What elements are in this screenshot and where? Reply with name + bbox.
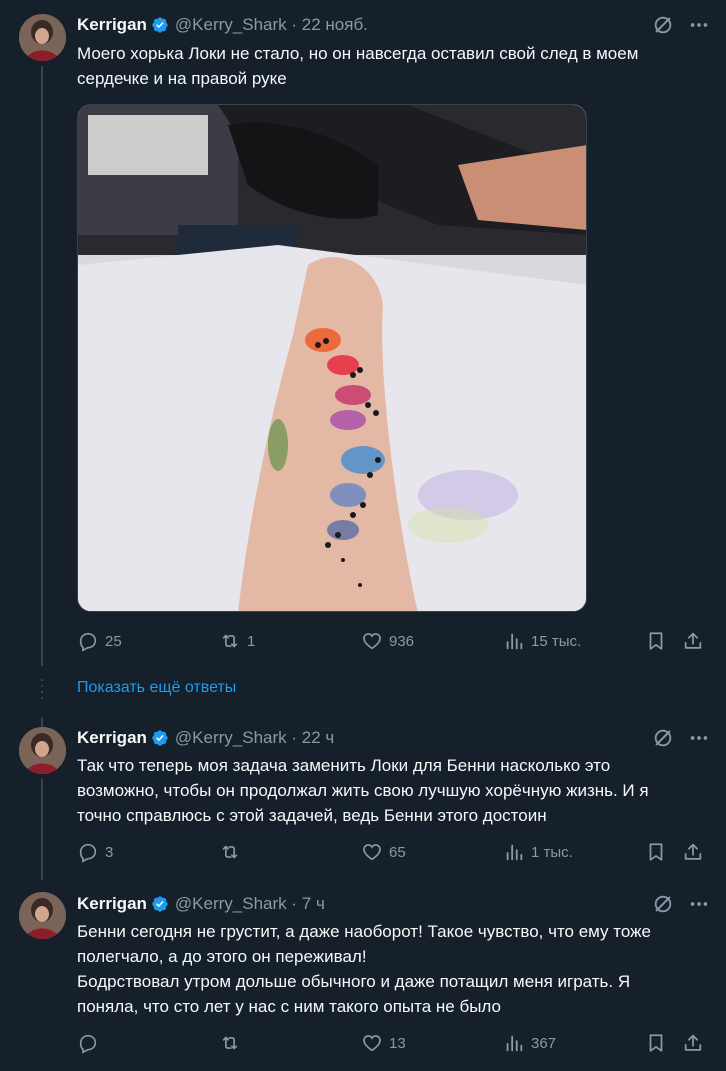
views-count: 1 тыс.: [531, 843, 573, 861]
share-icon: [682, 1032, 704, 1054]
views-button[interactable]: 367: [503, 1030, 556, 1056]
tweet-actions: 3 65 1 тыс.: [77, 839, 704, 865]
thread-line: [41, 717, 43, 727]
tweet-2[interactable]: Kerrigan @Kerry_Shark · 22 ч Так что теп…: [0, 717, 726, 880]
reply-count: 25: [105, 632, 122, 650]
share-button[interactable]: [682, 1030, 704, 1056]
tweet-header: Kerrigan @Kerry_Shark · 22 нояб.: [77, 14, 368, 36]
views-icon: [503, 841, 525, 863]
author-handle[interactable]: @Kerry_Shark · 7 ч: [175, 894, 325, 914]
author-name[interactable]: Kerrigan: [77, 728, 147, 748]
reply-icon: [77, 841, 99, 863]
avatar-photo: [19, 14, 66, 61]
tweet-actions: 13 367: [77, 1030, 704, 1056]
author-name[interactable]: Kerrigan: [77, 894, 147, 914]
tweet-text: Моего хорька Локи не стало, но он навсег…: [77, 44, 639, 88]
more-icon[interactable]: [688, 14, 710, 36]
author-name[interactable]: Kerrigan: [77, 15, 147, 35]
bookmark-icon: [645, 1032, 667, 1054]
bookmark-icon: [645, 841, 667, 863]
views-icon: [503, 630, 525, 652]
bookmark-icon: [645, 630, 667, 652]
tweet-header: Kerrigan @Kerry_Shark · 22 ч: [77, 727, 334, 749]
retweet-button[interactable]: 1: [219, 628, 255, 654]
retweet-count: 1: [247, 632, 256, 650]
avatar[interactable]: [19, 14, 66, 61]
reply-icon: [77, 630, 99, 652]
grok-icon[interactable]: [652, 14, 674, 36]
views-button[interactable]: 15 тыс.: [503, 628, 581, 654]
avatar-photo: [19, 892, 66, 939]
verified-badge-icon: [151, 895, 169, 913]
tattoo-photo: [78, 105, 586, 611]
grok-icon[interactable]: [652, 893, 674, 915]
reply-button[interactable]: 3: [77, 839, 113, 865]
like-count: 13: [389, 1034, 406, 1052]
retweet-button[interactable]: [219, 839, 241, 865]
share-button[interactable]: [682, 839, 704, 865]
like-button[interactable]: 65: [361, 839, 406, 865]
like-count: 65: [389, 843, 406, 861]
share-icon: [682, 630, 704, 652]
avatar[interactable]: [19, 892, 66, 939]
author-handle[interactable]: @Kerry_Shark · 22 ч: [175, 728, 334, 748]
avatar-photo: [19, 727, 66, 774]
tweet-header: Kerrigan @Kerry_Shark · 7 ч: [77, 893, 325, 915]
views-count: 15 тыс.: [531, 632, 582, 650]
author-handle[interactable]: @Kerry_Shark · 22 нояб.: [175, 15, 368, 35]
reply-count: 3: [105, 843, 114, 861]
tweet-tools: [652, 14, 710, 36]
verified-badge-icon: [151, 729, 169, 747]
tweet-1[interactable]: Kerrigan @Kerry_Shark · 22 нояб. Моего х…: [0, 0, 726, 668]
like-icon: [361, 1032, 383, 1054]
bookmark-button[interactable]: [645, 628, 667, 654]
tweet-tools: [652, 727, 710, 749]
tweet-tools: [652, 893, 710, 915]
thread-line: [41, 66, 43, 666]
retweet-icon: [219, 841, 241, 863]
like-count: 936: [389, 632, 415, 650]
views-count: 367: [531, 1034, 557, 1052]
tweet-photo[interactable]: [77, 104, 587, 612]
reply-button[interactable]: 25: [77, 628, 122, 654]
reply-icon: [77, 1032, 99, 1054]
share-icon: [682, 841, 704, 863]
views-icon: [503, 1032, 525, 1054]
like-button[interactable]: 936: [361, 628, 414, 654]
retweet-button[interactable]: [219, 1030, 241, 1056]
share-button[interactable]: [682, 628, 704, 654]
like-icon: [361, 630, 383, 652]
retweet-icon: [219, 630, 241, 652]
show-more-replies-link[interactable]: Показать ещё ответы: [77, 679, 236, 697]
tweet-text: Бенни сегодня не грустит, а даже наоборо…: [77, 922, 651, 1016]
grok-icon[interactable]: [652, 727, 674, 749]
retweet-icon: [219, 1032, 241, 1054]
reply-button[interactable]: [77, 1030, 99, 1056]
like-button[interactable]: 13: [361, 1030, 406, 1056]
views-button[interactable]: 1 тыс.: [503, 839, 573, 865]
bookmark-button[interactable]: [645, 839, 667, 865]
avatar[interactable]: [19, 727, 66, 774]
more-icon[interactable]: [688, 893, 710, 915]
bookmark-button[interactable]: [645, 1030, 667, 1056]
tweet-text: Так что теперь моя задача заменить Локи …: [77, 756, 649, 825]
like-icon: [361, 841, 383, 863]
more-icon[interactable]: [688, 727, 710, 749]
tweet-3[interactable]: Kerrigan @Kerry_Shark · 7 ч Бенни сегодн…: [0, 880, 726, 1071]
thread-dots: [41, 679, 43, 703]
thread-line: [41, 779, 43, 880]
verified-badge-icon: [151, 16, 169, 34]
tweet-actions: 25 1 936 15 тыс.: [77, 628, 704, 654]
